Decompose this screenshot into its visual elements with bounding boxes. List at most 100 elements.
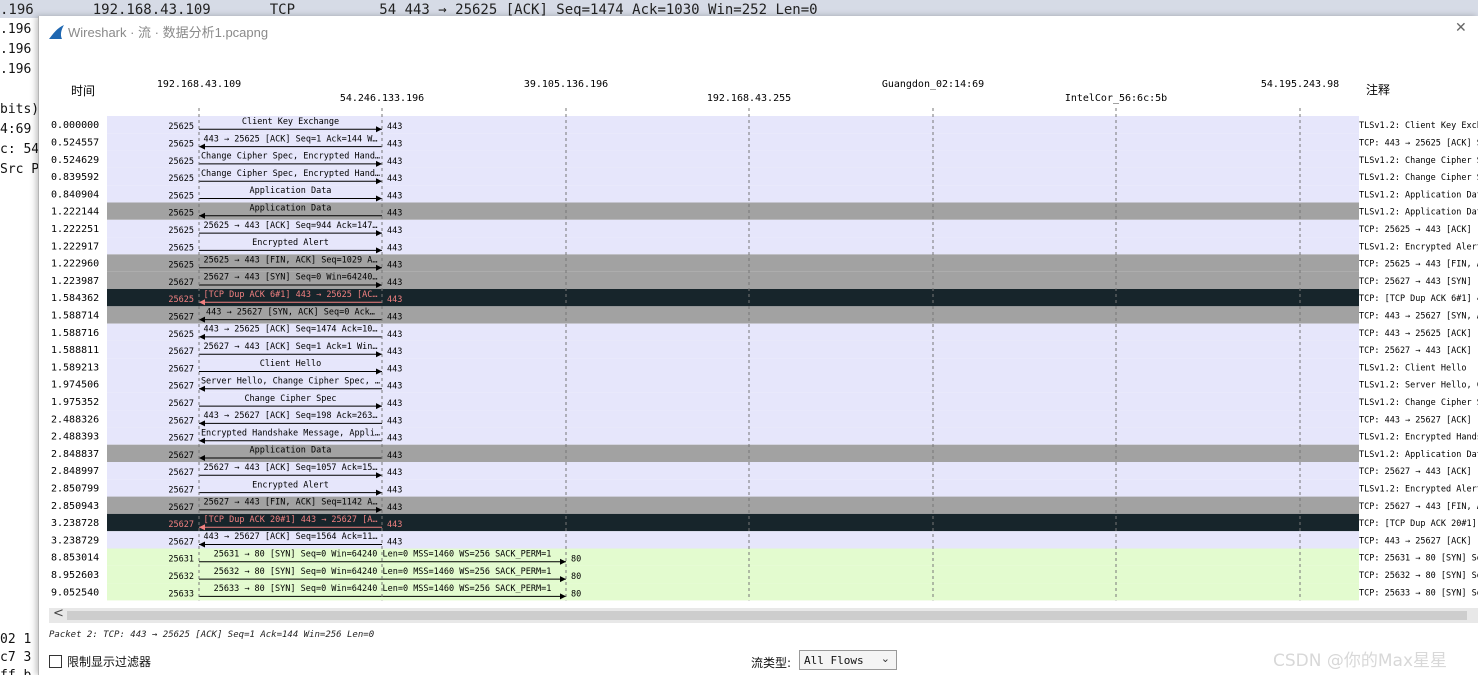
source-port-label: 25625: [168, 261, 194, 271]
scrollbar-thumb[interactable]: [67, 611, 1467, 620]
source-port-label: 25632: [168, 572, 194, 582]
desktop: .196 192.168.43.109 TCP 54 443 → 25625 […: [0, 0, 1478, 675]
wireshark-fin-icon: [49, 25, 64, 39]
packet-time: 1.974506: [51, 380, 99, 391]
packet-time: 0.840904: [51, 189, 99, 200]
source-port-label: 25627: [168, 364, 194, 374]
packet-comment: TCP: 25631 → 80 [SYN] Seq=0: [1359, 554, 1478, 564]
flow-packet-label: 443 → 25627 [ACK] Seq=1564 Ack=11…: [204, 532, 378, 542]
background-text: .196: [0, 62, 32, 77]
packet-time: 1.222144: [51, 207, 99, 218]
flow-type-value: All Flows: [804, 653, 864, 667]
flow-graph-window: Wireshark · 流 · 数据分析1.pcapng ✕ 时间 注释 192.1…: [38, 16, 1478, 675]
scroll-left-icon[interactable]: <: [53, 606, 64, 621]
source-port-label: 25625: [168, 330, 194, 340]
destination-port-label: 443: [387, 520, 402, 530]
source-port-label: 25627: [168, 485, 194, 495]
flow-packet-label: Change Cipher Spec, Encrypted Hand…: [201, 152, 380, 162]
packet-time: 3.238728: [51, 518, 99, 529]
source-port-label: 25625: [168, 226, 194, 236]
flow-packet-label: 25625 → 443 [FIN, ACK] Seq=1029 A…: [204, 255, 378, 265]
source-port-label: 25627: [168, 312, 194, 322]
flow-graph-canvas[interactable]: 时间 注释 192.168.43.109 54.246.133.196 39.105.1…: [49, 57, 1478, 609]
horizontal-scrollbar[interactable]: <: [49, 606, 1478, 623]
packet-time: 3.238729: [51, 535, 99, 546]
flow-packet-label: 443 → 25625 [ACK] Seq=1474 Ack=10…: [204, 325, 378, 335]
source-port-label: 25633: [168, 589, 194, 599]
destination-port-label: 443: [387, 312, 402, 322]
destination-port-label: 443: [387, 191, 402, 201]
packet-comment: TLSv1.2: Client Key Exchange: [1359, 121, 1478, 131]
source-port-label: 25625: [168, 191, 194, 201]
source-port-label: 25625: [168, 122, 194, 132]
packet-time: 2.850799: [51, 483, 99, 494]
flow-packet-label: 443 → 25625 [ACK] Seq=1 Ack=144 W…: [204, 134, 378, 144]
flow-packet-label: 25625 → 443 [ACK] Seq=944 Ack=147…: [204, 221, 378, 231]
packet-time: 8.952603: [51, 570, 99, 581]
packet-time: 1.588716: [51, 328, 99, 339]
destination-port-label: 80: [571, 555, 581, 565]
background-text: c: 54: [0, 142, 40, 157]
flow-packet-label: Client Hello: [260, 359, 321, 369]
packet-comment: TCP: [TCP Dup ACK 6#1] 443 → 25625: [1359, 294, 1478, 304]
flow-graph[interactable]: 时间 注释 192.168.43.109 54.246.133.196 39.105.1…: [49, 57, 1478, 624]
source-port-label: 25627: [168, 434, 194, 444]
source-port-label: 25627: [168, 416, 194, 426]
packet-comment: TCP: 25627 → 443 [FIN, ACK]: [1359, 502, 1478, 512]
packet-time: 1.222917: [51, 241, 99, 252]
packet-comment: TLSv1.2: Application Data: [1359, 208, 1478, 218]
destination-port-label: 443: [387, 122, 402, 132]
packet-time: 1.975352: [51, 397, 99, 408]
source-port-label: 25625: [168, 139, 194, 149]
packet-comment: TCP: 25633 → 80 [SYN] Seq=0: [1359, 588, 1478, 598]
packet-comment: TCP: 443 → 25627 [ACK]: [1359, 415, 1472, 425]
flow-packet-label: 25627 → 443 [SYN] Seq=0 Win=64240…: [204, 273, 378, 283]
close-icon[interactable]: ✕: [1455, 20, 1467, 36]
destination-port-label: 443: [387, 347, 402, 357]
title-bar[interactable]: Wireshark · 流 · 数据分析1.pcapng ✕: [39, 16, 1478, 46]
packet-time: 1.222251: [51, 224, 99, 235]
destination-port-label: 443: [387, 485, 402, 495]
destination-port-label: 443: [387, 399, 402, 409]
flow-packet-label: 25627 → 443 [FIN, ACK] Seq=1142 A…: [204, 498, 378, 508]
source-port-label: 25625: [168, 243, 194, 253]
limit-display-filter-checkbox[interactable]: [49, 654, 62, 668]
flow-packet-label: Encrypted Handshake Message, Appli…: [201, 428, 380, 438]
packet-time: 2.850943: [51, 501, 99, 512]
flow-packet-label: Change Cipher Spec: [244, 394, 336, 404]
packet-time: 2.848837: [51, 449, 99, 460]
background-text: .196: [0, 42, 32, 57]
destination-port-label: 443: [387, 174, 402, 184]
background-packet-detail-pane: .196 .196 .196 bits) 4:69 c: 54 Src P 02…: [0, 18, 40, 675]
packet-comment: TLSv1.2: Client Hello: [1359, 363, 1466, 373]
packet-comment: TLSv1.2: Encrypted Handshake Message: [1359, 433, 1478, 443]
destination-port-label: 80: [571, 572, 581, 582]
host-address-label: 54.195.243.98: [1261, 79, 1339, 90]
background-text: ff b: [0, 666, 40, 675]
flow-packet-label: 443 → 25627 [ACK] Seq=198 Ack=263…: [204, 411, 378, 421]
packet-time: 1.589213: [51, 362, 99, 373]
packet-comment: TLSv1.2: Change Cipher Spec: [1359, 398, 1478, 408]
flow-packet-label: 25627 → 443 [ACK] Seq=1057 Ack=15…: [204, 463, 378, 473]
packet-comment: TLSv1.2: Encrypted Alert: [1359, 242, 1478, 252]
destination-port-label: 443: [387, 468, 402, 478]
host-address-label: Guangdon_02:14:69: [882, 79, 984, 90]
destination-port-label: 80: [571, 589, 581, 599]
flow-type-select[interactable]: All Flows ⌄: [799, 650, 897, 670]
background-text: bits): [0, 102, 40, 117]
limit-display-filter-toggle[interactable]: 限制显示过滤器: [49, 652, 151, 670]
packet-time: 1.588811: [51, 345, 99, 356]
background-text: .196: [0, 22, 32, 37]
flow-packet-label: 443 → 25627 [SYN, ACK] Seq=0 Ack…: [206, 307, 375, 317]
packet-time: 1.222960: [51, 259, 99, 270]
background-text: 4:69: [0, 122, 32, 137]
packet-comment: TLSv1.2: Change Cipher Spec: [1359, 173, 1478, 183]
packet-time: 0.839592: [51, 172, 99, 183]
destination-port-label: 443: [387, 434, 402, 444]
destination-port-label: 443: [387, 261, 402, 271]
source-port-label: 25627: [168, 347, 194, 357]
packet-comment: TCP: 443 → 25627 [SYN, ACK]: [1359, 311, 1478, 321]
status-text: Packet 2: TCP: 443 → 25625 [ACK] Seq=1 A…: [49, 630, 375, 640]
source-port-label: 25631: [168, 555, 194, 565]
source-port-label: 25627: [168, 520, 194, 530]
